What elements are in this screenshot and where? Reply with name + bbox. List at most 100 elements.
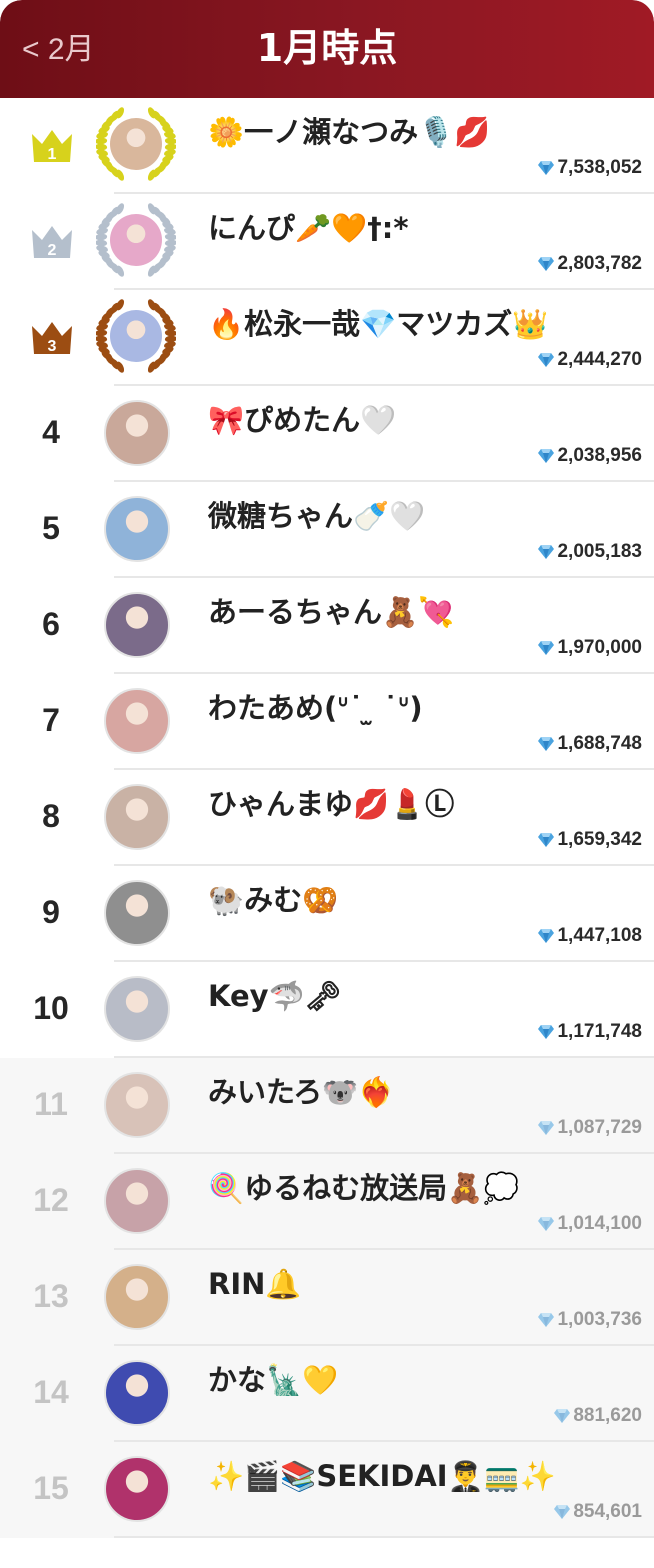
avatar[interactable] xyxy=(110,118,162,170)
score-value: 854,601 xyxy=(553,1500,642,1524)
score-text: 1,659,342 xyxy=(557,829,642,850)
avatar[interactable] xyxy=(104,1264,170,1330)
avatar[interactable] xyxy=(104,400,170,466)
crown-icon: 2 xyxy=(32,226,72,259)
avatar[interactable] xyxy=(104,1456,170,1522)
ranking-row[interactable]: 5 微糖ちゃん🍼🤍 2,005,183 xyxy=(0,482,654,578)
diamond-icon xyxy=(554,1505,571,1519)
crown-rank-number: 3 xyxy=(48,338,57,355)
ranking-row[interactable]: 6 あーるちゃん🧸💘 1,970,000 xyxy=(0,578,654,674)
score-value: 1,003,736 xyxy=(537,1308,642,1332)
diamond-icon xyxy=(538,929,555,943)
avatar[interactable] xyxy=(104,784,170,850)
avatar[interactable] xyxy=(104,688,170,754)
avatar[interactable] xyxy=(104,592,170,658)
rank-number: 10 xyxy=(33,990,69,1026)
score-value: 1,087,729 xyxy=(537,1116,642,1140)
score-text: 2,038,956 xyxy=(557,445,642,466)
avatar[interactable] xyxy=(104,1072,170,1138)
ranking-list: 1 🌼一ノ瀬なつみ🎙️💋 7,538,052 2 にんぴ🥕🧡†:* 2,803,782 3 🔥… xyxy=(0,98,654,1538)
diamond-icon xyxy=(538,1025,555,1039)
diamond-icon xyxy=(538,545,555,559)
score-value: 1,659,342 xyxy=(537,828,642,852)
crown-icon: 3 xyxy=(32,322,72,355)
avatar[interactable] xyxy=(104,1168,170,1234)
rank-number: 15 xyxy=(33,1470,69,1506)
user-name[interactable]: みいたろ🐨❤️‍🔥 xyxy=(208,1072,634,1112)
ranking-row[interactable]: 1 🌼一ノ瀬なつみ🎙️💋 7,538,052 xyxy=(0,98,654,194)
score-value: 2,444,270 xyxy=(537,348,642,372)
user-name[interactable]: かな🗽💛 xyxy=(208,1360,634,1400)
ranking-row[interactable]: 9 🐏みむ🥨 1,447,108 xyxy=(0,866,654,962)
avatar[interactable] xyxy=(104,496,170,562)
score-value: 1,014,100 xyxy=(537,1212,642,1236)
avatar[interactable] xyxy=(104,976,170,1042)
ranking-row[interactable]: 10 Key🦈🗝 1,171,748 xyxy=(0,962,654,1058)
user-name[interactable]: 🌼一ノ瀬なつみ🎙️💋 xyxy=(208,112,634,152)
avatar[interactable] xyxy=(104,880,170,946)
ranking-row[interactable]: 3 🔥松永一哉💎マツカズ👑 2,444,270 xyxy=(0,290,654,386)
ranking-row[interactable]: 15 ✨🎬📚SEKIDAI👨‍✈️🚃✨ 854,601 xyxy=(0,1442,654,1538)
score-value: 2,038,956 xyxy=(537,444,642,468)
header-bar: < 2月 1月時点 xyxy=(0,0,654,98)
rank-number: 9 xyxy=(42,894,60,930)
score-value: 1,171,748 xyxy=(537,1020,642,1044)
user-name[interactable]: 🍭ゆるねむ放送局🧸💭 xyxy=(208,1168,634,1208)
user-name[interactable]: ✨🎬📚SEKIDAI👨‍✈️🚃✨ xyxy=(208,1456,634,1496)
rank-number: 6 xyxy=(42,606,60,642)
ranking-row[interactable]: 13 RIN🔔 1,003,736 xyxy=(0,1250,654,1346)
ranking-row[interactable]: 11 みいたろ🐨❤️‍🔥 1,087,729 xyxy=(0,1058,654,1154)
rank-number: 5 xyxy=(42,510,60,546)
ranking-row[interactable]: 7 わたあめ(ᐡ˙ ̫ ˙ᐡ) 1,688,748 xyxy=(0,674,654,770)
user-name[interactable]: 微糖ちゃん🍼🤍 xyxy=(208,496,634,536)
score-value: 7,538,052 xyxy=(537,156,642,180)
score-text: 1,014,100 xyxy=(557,1213,642,1234)
user-name[interactable]: 🎀ぴめたん🤍 xyxy=(208,400,634,440)
diamond-icon xyxy=(538,641,555,655)
score-text: 854,601 xyxy=(573,1501,642,1522)
score-text: 2,005,183 xyxy=(557,541,642,562)
ranking-screen: < 2月 1月時点 1 🌼一ノ瀬なつみ🎙️💋 7,538,052 2 にんぴ🥕🧡†:* 2… xyxy=(0,0,654,1568)
ranking-row[interactable]: 4 🎀ぴめたん🤍 2,038,956 xyxy=(0,386,654,482)
rank-number: 13 xyxy=(33,1278,69,1314)
ranking-row[interactable]: 2 にんぴ🥕🧡†:* 2,803,782 xyxy=(0,194,654,290)
score-value: 1,447,108 xyxy=(537,924,642,948)
ranking-row[interactable]: 12 🍭ゆるねむ放送局🧸💭 1,014,100 xyxy=(0,1154,654,1250)
user-name[interactable]: Key🦈🗝 xyxy=(208,976,634,1016)
user-name[interactable]: ひゃんまゆ💋💄Ⓛ xyxy=(208,784,634,824)
user-name[interactable]: わたあめ(ᐡ˙ ̫ ˙ᐡ) xyxy=(208,688,634,728)
ranking-row[interactable]: 8 ひゃんまゆ💋💄Ⓛ 1,659,342 xyxy=(0,770,654,866)
diamond-icon xyxy=(538,257,555,271)
diamond-icon xyxy=(538,353,555,367)
avatar[interactable] xyxy=(110,310,162,362)
diamond-icon xyxy=(538,161,555,175)
ranking-row[interactable]: 14 かな🗽💛 881,620 xyxy=(0,1346,654,1442)
user-name[interactable]: 🐏みむ🥨 xyxy=(208,880,634,920)
score-text: 1,688,748 xyxy=(557,733,642,754)
score-text: 1,087,729 xyxy=(557,1117,642,1138)
score-value: 1,970,000 xyxy=(537,636,642,660)
user-name[interactable]: RIN🔔 xyxy=(208,1264,634,1304)
avatar[interactable] xyxy=(110,214,162,266)
rank-number: 8 xyxy=(42,798,60,834)
diamond-icon xyxy=(538,737,555,751)
score-text: 1,003,736 xyxy=(557,1309,642,1330)
diamond-icon xyxy=(538,449,555,463)
score-text: 7,538,052 xyxy=(557,157,642,178)
diamond-icon xyxy=(554,1409,571,1423)
user-name[interactable]: あーるちゃん🧸💘 xyxy=(208,592,634,632)
row-divider xyxy=(114,1536,654,1538)
score-value: 881,620 xyxy=(553,1404,642,1428)
diamond-icon xyxy=(538,833,555,847)
user-name[interactable]: 🔥松永一哉💎マツカズ👑 xyxy=(208,304,634,344)
crown-rank-number: 2 xyxy=(48,242,57,259)
rank-number: 11 xyxy=(34,1086,68,1122)
user-name[interactable]: にんぴ🥕🧡†:* xyxy=(208,208,634,248)
diamond-icon xyxy=(538,1121,555,1135)
avatar[interactable] xyxy=(104,1360,170,1426)
diamond-icon xyxy=(538,1313,555,1327)
crown-rank-number: 1 xyxy=(48,146,57,163)
score-value: 1,688,748 xyxy=(537,732,642,756)
score-value: 2,803,782 xyxy=(537,252,642,276)
rank-number: 12 xyxy=(33,1182,69,1218)
